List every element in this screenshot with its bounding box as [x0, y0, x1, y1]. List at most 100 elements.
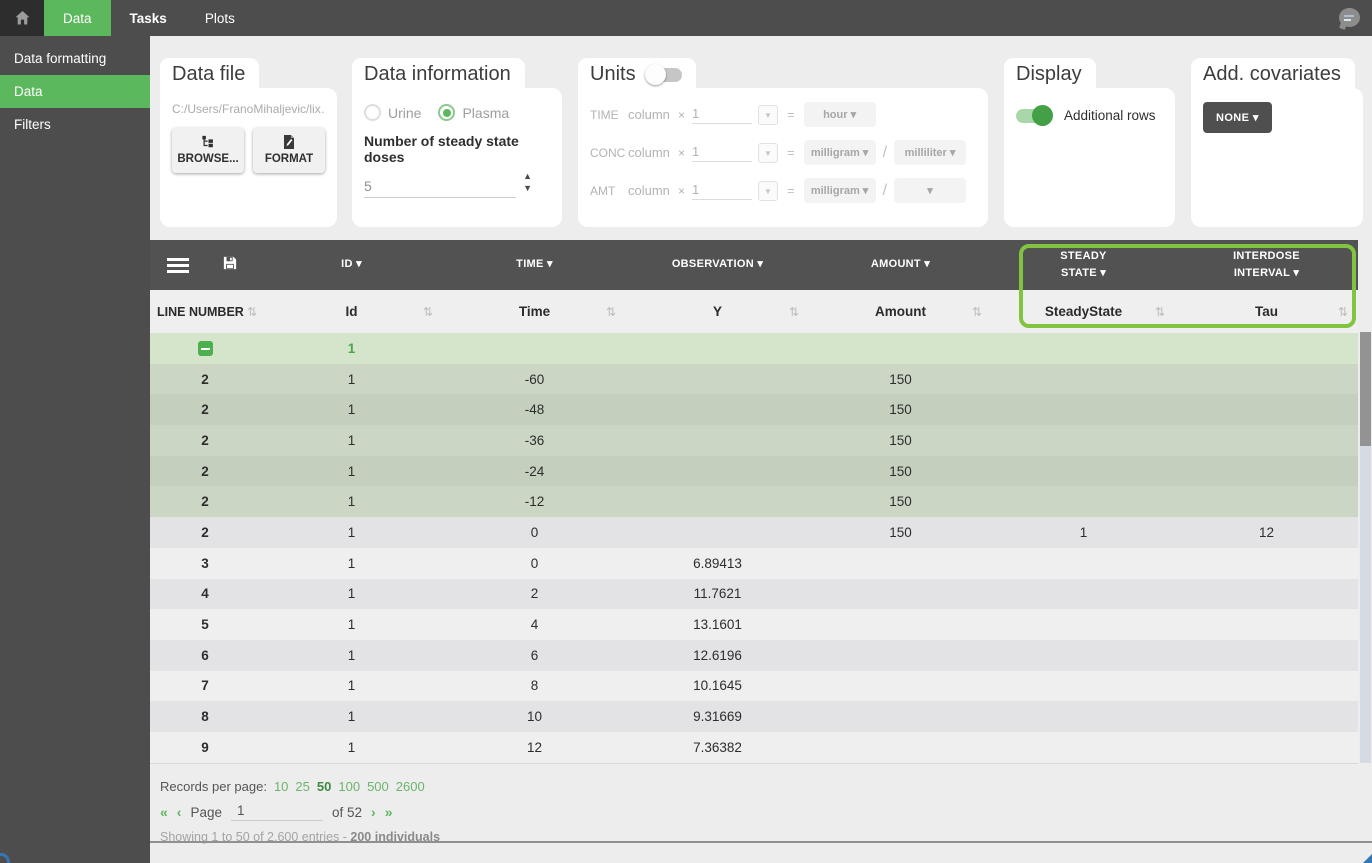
column-menu-observation[interactable]: OBSERVATION ▾: [626, 240, 809, 290]
table-row: 41211.7621: [150, 579, 1358, 610]
browse-button[interactable]: BROWSE...: [172, 128, 244, 173]
unit-row-conc: CONCcolumn×1▼=milligram ▾/milliliter ▾: [590, 140, 976, 165]
table-cell: 6.89413: [626, 556, 809, 571]
column-header-label: Time: [519, 304, 550, 319]
table-cell: 2: [150, 464, 260, 479]
tab-plots[interactable]: Plots: [186, 0, 254, 36]
unit-select-conc-num[interactable]: milligram ▾: [804, 140, 876, 165]
sidebar-item-filters[interactable]: Filters: [0, 108, 150, 141]
sort-icon[interactable]: ⇅: [606, 305, 616, 319]
multiply-sign: ×: [678, 108, 692, 122]
column-menu-time[interactable]: TIME ▾: [443, 240, 626, 290]
table-cell: 1: [260, 494, 443, 509]
records-option-2600[interactable]: 2600: [396, 779, 425, 794]
column-header-label: Tau: [1255, 304, 1278, 319]
records-option-50[interactable]: 50: [317, 779, 331, 794]
display-title: Display: [1004, 58, 1096, 88]
table-cell: -24: [443, 464, 626, 479]
table-cell: 5: [150, 617, 260, 632]
column-header-steadystate: SteadyState ⇅: [992, 304, 1175, 319]
column-menu-amount[interactable]: AMOUNT ▾: [809, 240, 992, 290]
unit-factor-input[interactable]: 1: [692, 106, 752, 124]
unit-factor-input[interactable]: 1: [692, 144, 752, 162]
next-page-button[interactable]: ›: [371, 804, 376, 820]
table-cell: 13.1601: [626, 617, 809, 632]
table-row: 21-12150: [150, 486, 1358, 517]
column-menu-interdose-interval[interactable]: INTERDOSEINTERVAL ▾: [1175, 240, 1358, 290]
additional-rows-toggle[interactable]: [1016, 109, 1050, 123]
sidebar-item-data-formatting[interactable]: Data formatting: [0, 42, 150, 75]
steady-state-doses-value[interactable]: 5: [364, 178, 516, 198]
spinner-up-icon[interactable]: ▲: [523, 172, 532, 181]
column-menu-steady-state[interactable]: STEADYSTATE ▾: [992, 240, 1175, 290]
table-cell: 8: [150, 709, 260, 724]
chat-button[interactable]: [1339, 8, 1360, 28]
save-icon[interactable]: [223, 256, 237, 275]
table-cell: 1: [260, 740, 443, 755]
sidebar-item-data[interactable]: Data: [0, 75, 150, 108]
steady-state-doses-label: Number of steady state doses: [364, 133, 550, 165]
prev-page-button[interactable]: ‹: [177, 804, 182, 820]
corner-decoration: [1363, 854, 1372, 863]
plasma-label: Plasma: [462, 105, 509, 121]
sort-icon[interactable]: ⇅: [789, 305, 799, 319]
table-header-row: LINE NUMBER ⇅Id ⇅Time ⇅Y ⇅Amount ⇅Steady…: [150, 290, 1358, 333]
home-button[interactable]: [0, 0, 44, 36]
table-cell: 1: [260, 617, 443, 632]
app-window: DataTasksPlots Data formattingDataFilter…: [0, 0, 1372, 863]
first-page-button[interactable]: «: [160, 804, 168, 820]
unit-select-conc-den[interactable]: milliliter ▾: [894, 140, 966, 165]
records-option-100[interactable]: 100: [338, 779, 360, 794]
urine-radio[interactable]: [364, 104, 381, 121]
records-option-10[interactable]: 10: [274, 779, 288, 794]
unit-factor-dropdown[interactable]: ▼: [758, 143, 778, 163]
tab-data[interactable]: Data: [44, 0, 111, 36]
column-header-label: Id: [346, 304, 358, 319]
unit-factor-input[interactable]: 1: [692, 182, 752, 200]
records-option-500[interactable]: 500: [367, 779, 389, 794]
table-row: 21-24150: [150, 456, 1358, 487]
table-cell: 0: [443, 556, 626, 571]
page-number-input[interactable]: 1: [231, 803, 323, 821]
table-cell: 1: [260, 464, 443, 479]
column-menu-id[interactable]: ID ▾: [260, 240, 443, 290]
file-edit-icon: [253, 135, 325, 151]
sort-icon[interactable]: ⇅: [244, 305, 257, 319]
unit-select-amt-den[interactable]: ▾: [894, 178, 966, 203]
covariates-none-dropdown[interactable]: NONE ▾: [1203, 102, 1272, 133]
table-cell: 150: [809, 494, 992, 509]
units-toggle[interactable]: [648, 68, 682, 82]
sort-icon[interactable]: ⇅: [1338, 305, 1348, 319]
table-cell: 12: [1175, 525, 1358, 540]
tab-tasks[interactable]: Tasks: [111, 0, 186, 36]
table-scrollbar[interactable]: [1360, 332, 1371, 763]
records-option-25[interactable]: 25: [295, 779, 309, 794]
unit-select-time-num[interactable]: hour ▾: [804, 102, 876, 127]
last-page-button[interactable]: »: [385, 804, 393, 820]
divide-sign: /: [883, 144, 887, 162]
sort-icon[interactable]: ⇅: [423, 305, 433, 319]
records-per-page-label: Records per page:: [160, 779, 267, 794]
table-cell: 6: [443, 648, 626, 663]
unit-select-amt-num[interactable]: milligram ▾: [804, 178, 876, 203]
table-menu-icon[interactable]: [167, 258, 189, 273]
table-cell: -12: [443, 494, 626, 509]
scrollbar-thumb[interactable]: [1360, 332, 1371, 446]
table-cell: 9.31669: [626, 709, 809, 724]
spinner-down-icon[interactable]: ▼: [523, 184, 532, 193]
table-cell: 2: [150, 372, 260, 387]
equals-sign: =: [787, 107, 795, 122]
plasma-radio[interactable]: [438, 104, 455, 121]
table-cell: 2: [150, 402, 260, 417]
sort-icon[interactable]: ⇅: [972, 305, 982, 319]
table-cell: 10.1645: [626, 678, 809, 693]
equals-sign: =: [787, 145, 795, 160]
sort-icon[interactable]: ⇅: [1155, 305, 1165, 319]
unit-factor-dropdown[interactable]: ▼: [758, 181, 778, 201]
format-button[interactable]: FORMAT: [253, 128, 325, 173]
steady-state-doses-input[interactable]: 5 ▲ ▼: [364, 178, 532, 198]
table-row: 51413.1601: [150, 609, 1358, 640]
collapse-row-button[interactable]: [198, 341, 213, 356]
unit-factor-dropdown[interactable]: ▼: [758, 105, 778, 125]
table-cell: 8: [443, 678, 626, 693]
